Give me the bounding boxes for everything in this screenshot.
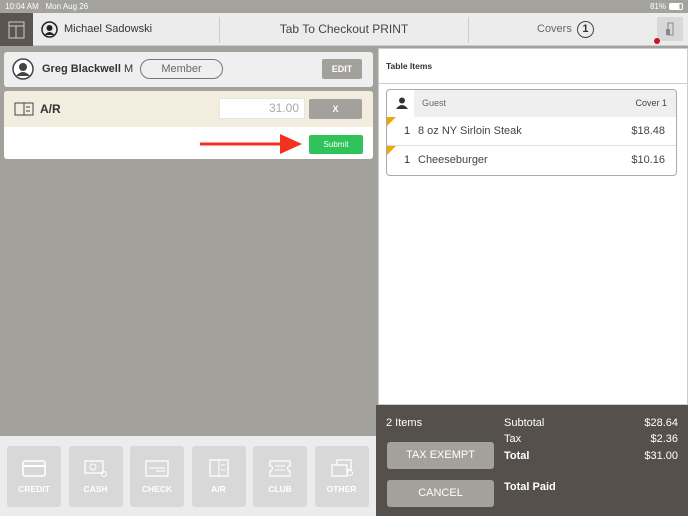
payment-type-ar-button[interactable]: A/R <box>191 446 246 507</box>
item-qty: 1 <box>404 154 411 166</box>
cancel-button[interactable]: CANCEL <box>387 480 494 507</box>
header: Michael Sadowski Tab To Checkout PRINT C… <box>0 13 688 46</box>
remove-payment-button[interactable]: X <box>309 99 362 119</box>
battery-icon <box>669 3 683 10</box>
payment-card: A/R 31.00 X Submit <box>4 91 373 159</box>
item-name: Cheeseburger <box>418 154 488 166</box>
payment-type-club-button[interactable]: CLUB <box>253 446 307 507</box>
covers-count: 1 <box>576 21 594 38</box>
payment-method: A/R <box>40 102 61 116</box>
flag-icon <box>387 117 396 126</box>
payment-type-label: CASH <box>83 484 108 494</box>
check-icon <box>145 460 169 477</box>
customer-avatar-icon <box>12 58 34 80</box>
tax-exempt-button[interactable]: TAX EXEMPT <box>387 442 494 469</box>
subtotal-value: $28.64 <box>644 417 678 429</box>
status-bar: 10:04 AM Mon Aug 26 81% <box>0 0 688 13</box>
guest-label: Guest <box>422 98 447 108</box>
totals-panel: 2 Items Subtotal $28.64 Tax $2.36 Total … <box>376 405 688 516</box>
customer-suffix: M <box>124 63 134 75</box>
guest-items-box: Guest Cover 1 1 8 oz NY Sirloin Steak $18.… <box>386 89 677 176</box>
item-price: $18.48 <box>631 125 665 137</box>
item-price: $10.16 <box>631 154 665 166</box>
cover-label: Cover 1 <box>635 98 667 108</box>
subtotal-label: Subtotal <box>504 417 545 429</box>
payment-type-cash-button[interactable]: CASH <box>68 446 123 507</box>
ar-book-icon <box>208 459 229 477</box>
payment-type-check-button[interactable]: CHECK <box>130 446 184 507</box>
payment-type-label: OTHER <box>326 484 357 494</box>
tax-value: $2.36 <box>650 433 678 445</box>
other-cards-icon <box>330 459 353 477</box>
customer-card: Greg Blackwell M Member EDIT <box>4 52 373 87</box>
table-item-row[interactable]: 1 Cheeseburger $10.16 <box>387 146 676 175</box>
status-date: Mon Aug 26 <box>45 2 89 11</box>
status-dot <box>654 38 660 44</box>
tax-label: Tax <box>504 433 522 445</box>
covers-label: Covers <box>537 23 572 35</box>
table-items-title: Table Items <box>386 61 433 71</box>
ar-book-icon <box>14 102 34 116</box>
arrow-annotation <box>200 134 302 154</box>
menu-button[interactable] <box>0 13 33 46</box>
member-badge: Member <box>140 59 223 79</box>
payment-type-other-button[interactable]: OTHER <box>314 446 369 507</box>
total-label: Total <box>504 450 530 462</box>
amount-input[interactable]: 31.00 <box>219 98 305 119</box>
item-qty: 1 <box>404 125 411 137</box>
customer-name: Greg Blackwell <box>42 63 121 75</box>
payment-type-label: CHECK <box>141 484 173 494</box>
payment-type-label: CLUB <box>268 484 292 494</box>
edit-button[interactable]: EDIT <box>322 59 362 79</box>
covers-button[interactable]: Covers 1 <box>537 21 594 38</box>
flag-icon <box>387 146 396 155</box>
item-name: 8 oz NY Sirloin Steak <box>418 125 522 137</box>
header-divider <box>468 17 469 43</box>
battery-level: 81% <box>649 2 666 11</box>
submit-button[interactable]: Submit <box>309 135 363 154</box>
credit-card-icon <box>22 460 46 477</box>
table-items-panel: Table Items Guest Cover 1 1 8 oz NY Sirlo… <box>378 48 688 405</box>
club-ticket-icon <box>269 460 291 477</box>
payment-type-label: CREDIT <box>18 484 50 494</box>
device-button[interactable] <box>657 17 683 41</box>
total-value: $31.00 <box>644 450 678 462</box>
payment-type-credit-button[interactable]: CREDIT <box>7 446 61 507</box>
register-icon <box>8 21 25 39</box>
printer-status-icon <box>666 22 674 36</box>
total-paid-label: Total Paid <box>504 481 556 493</box>
table-item-row[interactable]: 1 8 oz NY Sirloin Steak $18.48 <box>387 117 676 146</box>
guest-icon <box>396 97 408 109</box>
page-title: Tab To Checkout PRINT <box>279 22 409 36</box>
cash-icon <box>83 460 107 477</box>
user-icon <box>41 21 58 38</box>
status-time: 10:04 AM <box>5 2 39 11</box>
server-name: Michael Sadowski <box>64 23 153 35</box>
item-count: 2 Items <box>386 417 423 429</box>
payment-type-label: A/R <box>211 484 226 494</box>
